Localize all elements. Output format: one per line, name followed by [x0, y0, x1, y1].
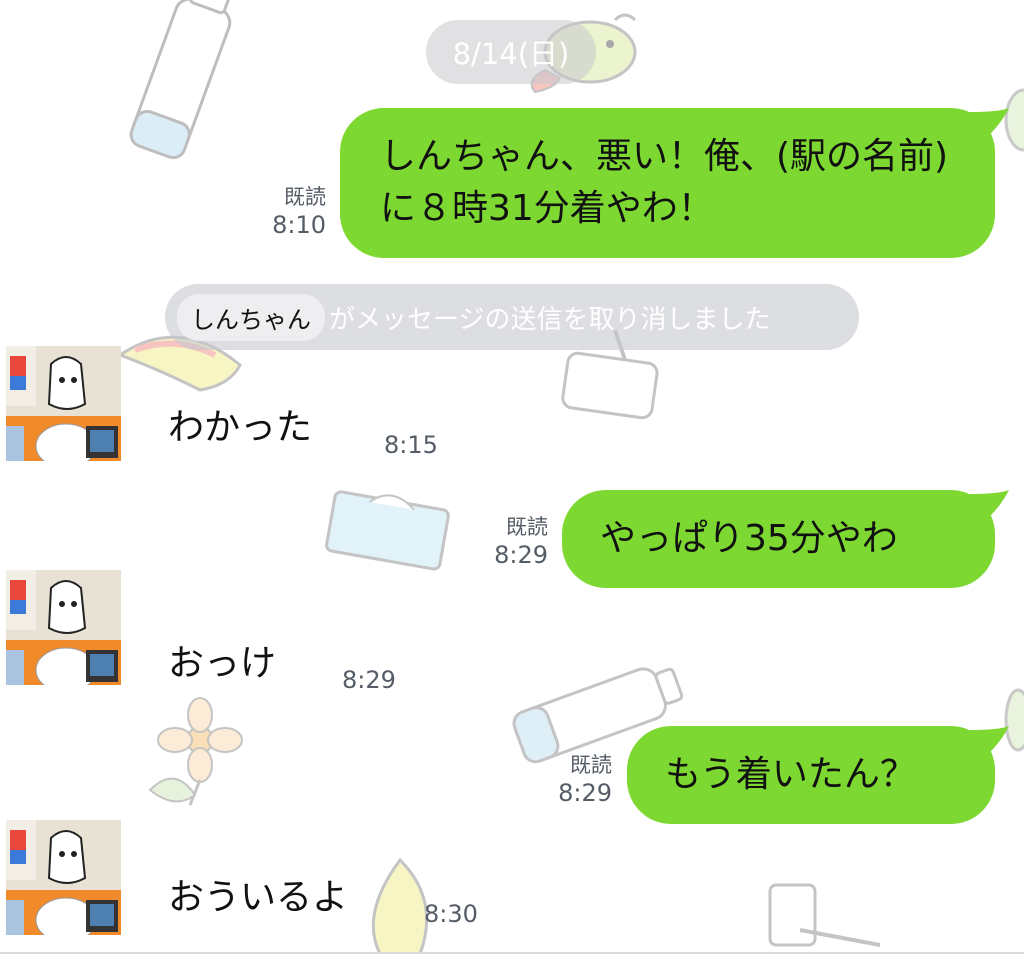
message-time: 8:29	[342, 666, 396, 694]
sent-meta-1: 既読 8:10	[256, 184, 326, 240]
sent-message-bubble[interactable]: やっぱり35分やわ	[562, 490, 1009, 588]
avatar[interactable]	[6, 346, 121, 461]
received-message-text[interactable]: おういるよ	[168, 868, 348, 920]
bubble-tail	[969, 108, 1009, 144]
read-receipt: 既読	[284, 185, 326, 209]
avatar[interactable]	[6, 570, 121, 685]
edge-doodle	[1004, 88, 1024, 752]
message-time: 8:30	[424, 900, 478, 928]
banana-doodle-2	[371, 857, 429, 954]
date-header: 8/14(日)	[426, 20, 596, 84]
message-text: もう着いたん？	[665, 753, 916, 795]
avatar-photo	[6, 820, 121, 935]
avatar[interactable]	[6, 820, 121, 935]
street-sign-doodle-2	[768, 883, 881, 947]
sent-meta-3: 既読 8:29	[540, 752, 612, 808]
read-receipt: 既読	[506, 515, 548, 539]
avatar-photo	[6, 346, 121, 461]
flower-doodle	[148, 697, 243, 806]
bubble-tail	[969, 726, 1009, 762]
recall-notice: しんちゃん がメッセージの送信を取り消しました	[165, 284, 859, 350]
date-label: 8/14(日)	[452, 37, 570, 71]
bubble-tail	[969, 490, 1009, 526]
message-text: やっぱり35分やわ	[600, 517, 898, 559]
recall-text: がメッセージの送信を取り消しました	[329, 304, 771, 335]
tissue-box-doodle	[325, 490, 450, 571]
message-time: 8:29	[494, 541, 548, 570]
avatar-photo	[6, 570, 121, 685]
water-bottle-doodle	[129, 0, 232, 160]
message-time: 8:15	[384, 431, 438, 459]
sent-message-bubble[interactable]: しんちゃん、悪い！俺、(駅の名前) に８時31分着やわ！	[340, 108, 1009, 258]
received-message-text[interactable]: わかった	[168, 398, 312, 450]
read-receipt: 既読	[570, 753, 612, 777]
message-time: 8:29	[558, 779, 612, 808]
message-text: しんちゃん、悪い！俺、(駅の名前) に８時31分着やわ！	[380, 135, 949, 229]
recall-sender-name[interactable]: しんちゃん	[177, 293, 325, 341]
received-message-text[interactable]: おっけ	[168, 634, 276, 686]
sent-message-bubble[interactable]: もう着いたん？	[627, 726, 1009, 824]
sent-meta-2: 既読 8:29	[478, 514, 548, 570]
message-time: 8:10	[272, 211, 326, 240]
